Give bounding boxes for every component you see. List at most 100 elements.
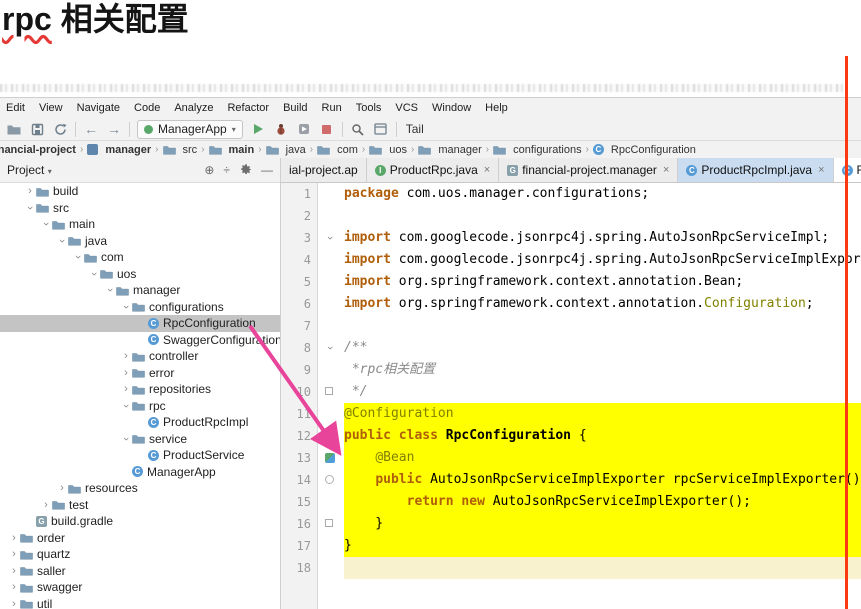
back-icon[interactable]: ←: [83, 121, 99, 137]
forward-icon[interactable]: →: [106, 121, 122, 137]
line-number[interactable]: 15: [281, 491, 311, 513]
tree-item-main[interactable]: ›main: [0, 216, 280, 233]
tree-item-service[interactable]: ›service: [0, 431, 280, 448]
chevron-right-icon[interactable]: ›: [120, 367, 132, 379]
chevron-down-icon[interactable]: ›: [40, 218, 52, 230]
run-button[interactable]: [250, 121, 266, 137]
tree-item-java[interactable]: ›java: [0, 233, 280, 250]
code-line-9[interactable]: *rpc相关配置: [318, 359, 861, 381]
chevron-down-icon[interactable]: ›: [72, 251, 84, 263]
line-number[interactable]: 2: [281, 205, 311, 227]
code-line-3[interactable]: import com.googlecode.jsonrpc4j.spring.A…: [318, 227, 861, 249]
tree-item-resources[interactable]: ›resources: [0, 480, 280, 497]
code-line-17[interactable]: }: [318, 535, 861, 557]
tree-item-manager[interactable]: ›manager: [0, 282, 280, 299]
line-number[interactable]: 1: [281, 183, 311, 205]
close-tab-icon[interactable]: ×: [484, 164, 490, 176]
code-line-8[interactable]: /**: [318, 337, 861, 359]
code-line-12[interactable]: public class RpcConfiguration {: [318, 425, 861, 447]
fold-end-icon[interactable]: [325, 387, 333, 395]
menu-item-code[interactable]: Code: [134, 102, 160, 114]
tree-item-swaggerconfiguration[interactable]: CSwaggerConfiguration: [0, 332, 280, 349]
menu-item-analyze[interactable]: Analyze: [174, 102, 213, 114]
code-line-4[interactable]: import com.googlecode.jsonrpc4j.spring.A…: [318, 249, 861, 271]
tree-item-quartz[interactable]: ›quartz: [0, 546, 280, 563]
chevron-right-icon[interactable]: ›: [120, 350, 132, 362]
code-line-15[interactable]: return new AutoJsonRpcServiceImplExporte…: [318, 491, 861, 513]
project-panel-title[interactable]: Project ▾: [7, 163, 52, 177]
stop-button[interactable]: [319, 121, 335, 137]
breadcrumb-item-uos[interactable]: uos: [369, 144, 407, 156]
line-number[interactable]: 8: [281, 337, 311, 359]
sync-icon[interactable]: [52, 121, 68, 137]
code-line-14[interactable]: public AutoJsonRpcServiceImplExporter rp…: [318, 469, 861, 491]
line-number[interactable]: 9: [281, 359, 311, 381]
menu-item-help[interactable]: Help: [485, 102, 508, 114]
tree-item-swagger[interactable]: ›swagger: [0, 579, 280, 596]
bean-method-gutter-icon[interactable]: [325, 475, 334, 484]
line-number[interactable]: 5: [281, 271, 311, 293]
code-line-6[interactable]: import org.springframework.context.annot…: [318, 293, 861, 315]
menu-item-vcs[interactable]: VCS: [395, 102, 418, 114]
breadcrumb-item-rpcconfiguration[interactable]: CRpcConfiguration: [593, 144, 696, 156]
chevron-down-icon[interactable]: ›: [24, 202, 36, 214]
chevron-right-icon[interactable]: ›: [40, 499, 52, 511]
line-number[interactable]: 14: [281, 469, 311, 491]
tree-item-productrpcimpl[interactable]: CProductRpcImpl: [0, 414, 280, 431]
code-line-1[interactable]: package com.uos.manager.configurations;: [318, 183, 861, 205]
tree-item-build[interactable]: ›build: [0, 183, 280, 200]
tail-label[interactable]: Tail: [406, 122, 424, 136]
line-number[interactable]: 17: [281, 535, 311, 557]
open-icon[interactable]: [6, 121, 22, 137]
breadcrumb-item-financial-project[interactable]: financial-project: [0, 144, 76, 156]
fold-end-icon[interactable]: [325, 519, 333, 527]
tree-item-saller[interactable]: ›saller: [0, 563, 280, 580]
tree-item-controller[interactable]: ›controller: [0, 348, 280, 365]
tree-item-repositories[interactable]: ›repositories: [0, 381, 280, 398]
chevron-down-icon[interactable]: ›: [120, 433, 132, 445]
line-number[interactable]: 12: [281, 425, 311, 447]
locate-file-icon[interactable]: ⊕: [204, 163, 214, 177]
window-icon[interactable]: [373, 121, 389, 137]
run-configuration-selector[interactable]: ManagerApp ▾: [137, 120, 243, 139]
menu-item-tools[interactable]: Tools: [356, 102, 382, 114]
code-line-11[interactable]: @Configuration: [318, 403, 861, 425]
menu-item-navigate[interactable]: Navigate: [77, 102, 120, 114]
tree-item-com[interactable]: ›com: [0, 249, 280, 266]
line-number[interactable]: 16: [281, 513, 311, 535]
tab-financial-project-manager[interactable]: Gfinancial-project.manager×: [499, 158, 678, 182]
tree-item-util[interactable]: ›util: [0, 596, 280, 609]
menu-item-window[interactable]: Window: [432, 102, 471, 114]
chevron-down-icon[interactable]: ›: [120, 301, 132, 313]
breadcrumb-item-manager[interactable]: manager: [87, 144, 151, 156]
close-tab-icon[interactable]: ×: [663, 164, 669, 176]
line-number[interactable]: 7: [281, 315, 311, 337]
hide-panel-icon[interactable]: —: [261, 163, 273, 177]
tree-item-rpc[interactable]: ›rpc: [0, 398, 280, 415]
tree-item-managerapp[interactable]: CManagerApp: [0, 464, 280, 481]
tree-item-configurations[interactable]: ›configurations: [0, 299, 280, 316]
tree-item-src[interactable]: ›src: [0, 200, 280, 217]
chevron-down-icon[interactable]: ›: [120, 400, 132, 412]
breadcrumb-item-manager[interactable]: manager: [418, 144, 481, 156]
settings-gear-icon[interactable]: [239, 162, 252, 178]
code-line-16[interactable]: }: [318, 513, 861, 535]
tab-productrpc-java[interactable]: IProductRpc.java×: [367, 158, 499, 182]
code-line-10[interactable]: */: [318, 381, 861, 403]
menu-item-refactor[interactable]: Refactor: [227, 102, 269, 114]
search-icon[interactable]: [350, 121, 366, 137]
code-area[interactable]: package com.uos.manager.configurations; i…: [318, 183, 861, 609]
line-number-gutter[interactable]: 123456789101112131415161718: [281, 183, 318, 609]
tree-item-rpcconfiguration[interactable]: CRpcConfiguration: [0, 315, 280, 332]
menu-item-view[interactable]: View: [39, 102, 63, 114]
code-line-7[interactable]: [318, 315, 861, 337]
fold-arrow-icon[interactable]: ›: [325, 233, 335, 243]
line-number[interactable]: 11: [281, 403, 311, 425]
line-number[interactable]: 18: [281, 557, 311, 579]
collapse-all-icon[interactable]: ÷: [223, 163, 230, 177]
breadcrumb-item-com[interactable]: com: [317, 144, 358, 156]
code-line-2[interactable]: [318, 205, 861, 227]
coverage-button[interactable]: [296, 121, 312, 137]
line-number[interactable]: 6: [281, 293, 311, 315]
menu-item-build[interactable]: Build: [283, 102, 307, 114]
